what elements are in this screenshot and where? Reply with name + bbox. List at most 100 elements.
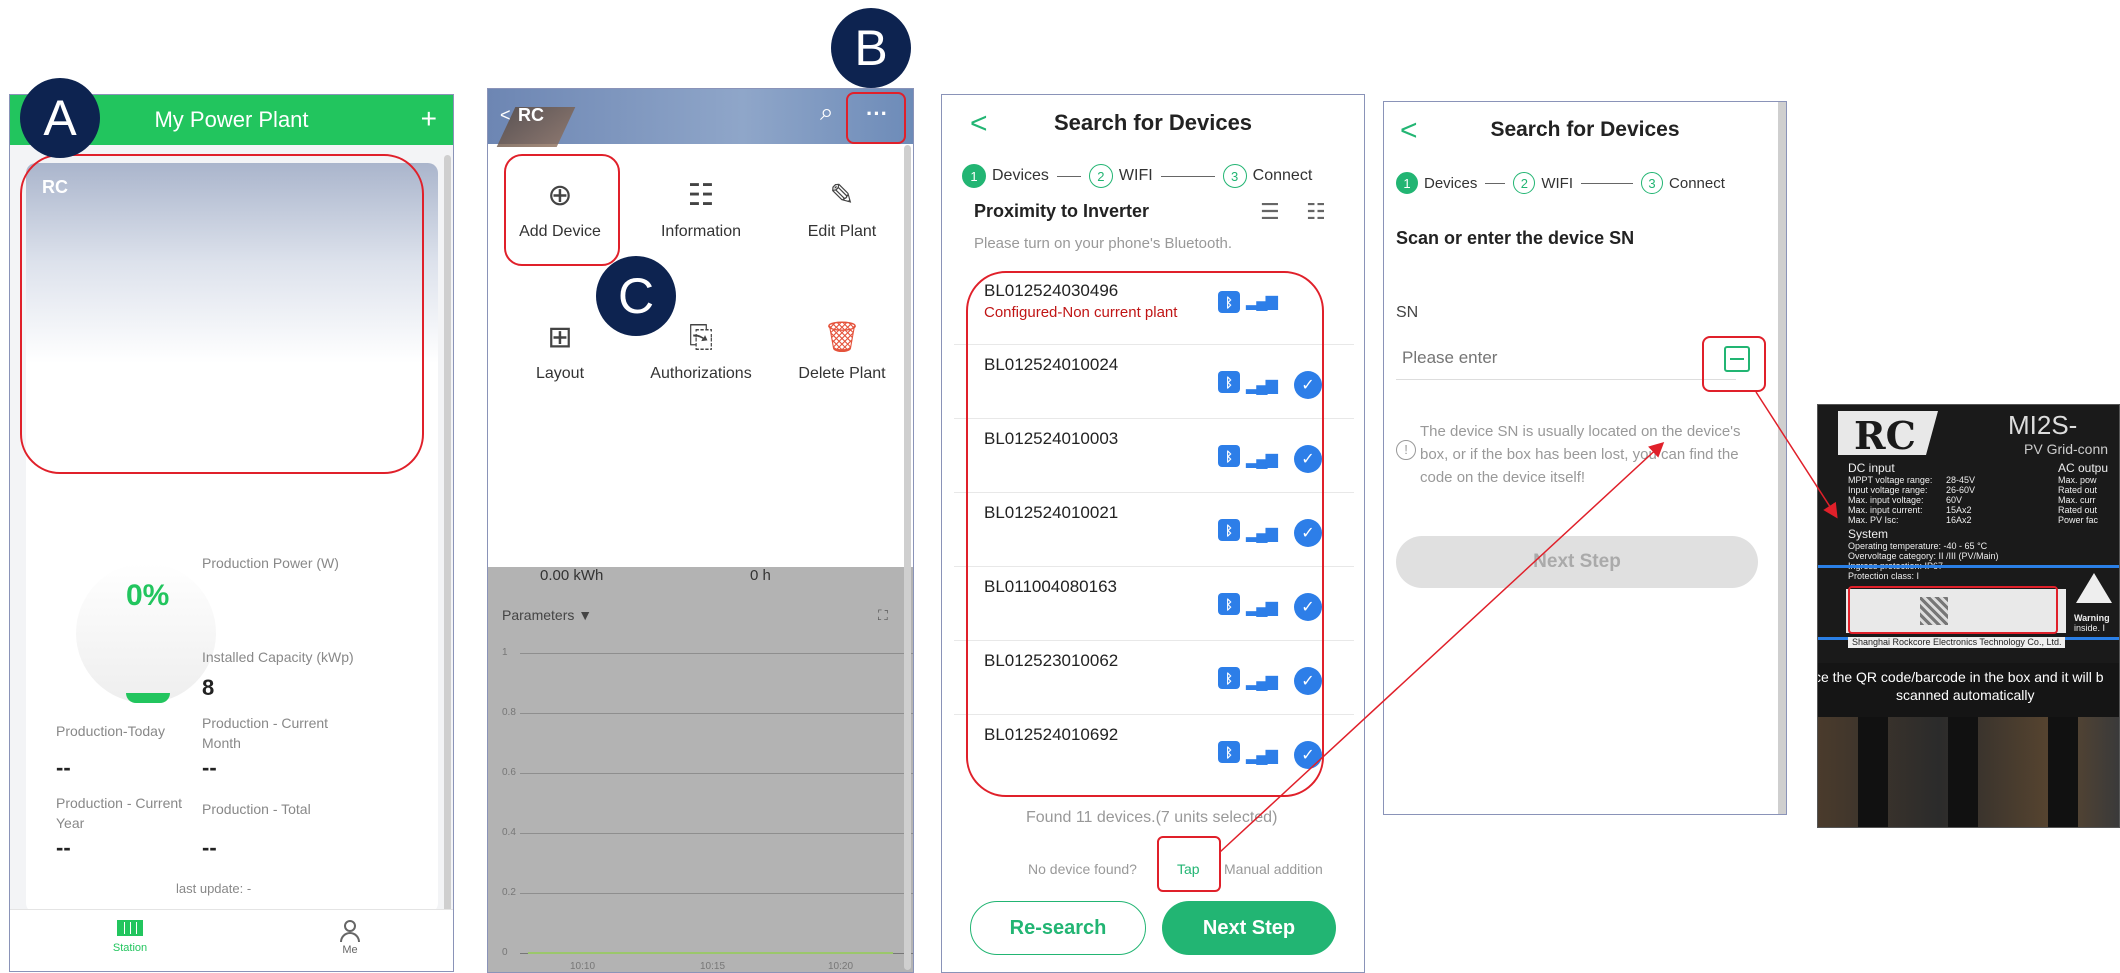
scan-hint-line-2: scanned automatically — [1896, 687, 2035, 703]
next-step-button[interactable]: Next Step — [1162, 901, 1336, 955]
plant-banner[interactable] — [26, 163, 438, 363]
checkbox-checked-icon[interactable]: ✓ — [1294, 593, 1322, 621]
marker-a: A — [20, 78, 100, 158]
subtitle-text: PV Grid-conn — [2024, 441, 2109, 457]
back-button[interactable]: < — [1400, 114, 1418, 148]
page-title: Search for Devices — [1490, 118, 1680, 141]
delete-plant-button[interactable]: 🗑 Delete Plant — [772, 317, 912, 383]
edit-icon: ✎ — [829, 179, 855, 212]
y-tick: 0.2 — [502, 887, 516, 898]
manual-addition-text: Manual addition — [1224, 861, 1323, 877]
add-plant-button[interactable]: + — [421, 103, 437, 135]
bluetooth-icon: ᛒ — [1218, 291, 1240, 313]
spec-label: Power fac — [2058, 515, 2099, 525]
step-number: 2 — [1513, 172, 1536, 194]
list-item[interactable]: BL012524030496 Configured-Non current pl… — [954, 271, 1354, 345]
qr-code-icon — [1920, 597, 1948, 625]
warning-icon — [2076, 573, 2112, 603]
manufacturer-text: Shanghai Rockcore Electronics Technology… — [1848, 637, 2066, 648]
no-device-text: No device found? — [1028, 861, 1137, 877]
step-number: 3 — [1641, 172, 1664, 194]
list-item[interactable]: BL012524010692 ᛒ ▂▄▆ ✓ — [954, 715, 1354, 789]
step-label: WIFI — [1541, 174, 1574, 192]
device-sn: BL012523010062 — [984, 651, 1119, 670]
checkbox-checked-icon[interactable]: ✓ — [1294, 667, 1322, 695]
add-device-button[interactable]: ⊕ Add Device — [490, 175, 630, 241]
list-item[interactable]: BL011004080163 ᛒ ▂▄▆ ✓ — [954, 567, 1354, 641]
marker-c: C — [596, 256, 676, 336]
checkbox-checked-icon[interactable]: ✓ — [1294, 371, 1322, 399]
header-bar: Search for Devices — [942, 95, 1364, 151]
y-tick: 1 — [502, 647, 508, 658]
spec-label: Max. PV Isc: — [1848, 515, 1899, 525]
last-update: last update: - — [176, 881, 252, 896]
parameters-dropdown[interactable]: Parameters ▼ — [502, 607, 592, 623]
tab-me[interactable]: Me — [310, 920, 390, 956]
brand-logo: RC — [1838, 411, 1938, 455]
production-power-label: Production Power (W) — [202, 555, 339, 571]
solar-panel-icon — [117, 920, 143, 936]
menu-label: Edit Plant — [807, 223, 877, 240]
signal-icon: ▂▄▆ — [1246, 293, 1278, 310]
next-step-button[interactable]: Next Step — [1396, 536, 1758, 588]
plant-name: RC — [42, 177, 68, 197]
bottom-tab-bar: Station Me — [10, 909, 453, 971]
production-percent: 0% — [126, 579, 170, 612]
plant-menu-screen: < RC ⌕ ··· ⊕ Add Device ☷ Information ✎ … — [487, 88, 914, 973]
signal-icon: ▂▄▆ — [1246, 673, 1278, 690]
tap-link[interactable]: Tap — [1177, 861, 1200, 877]
page-title: Search for Devices — [1053, 110, 1253, 135]
sn-hint: The device SN is usually located on the … — [1420, 423, 1741, 486]
list-item[interactable]: BL012524010003 ᛒ ▂▄▆ ✓ — [954, 419, 1354, 493]
edit-plant-button[interactable]: ✎ Edit Plant — [772, 175, 912, 241]
step-label: Devices — [992, 167, 1049, 184]
list-item[interactable]: BL012523010062 ᛒ ▂▄▆ ✓ — [954, 641, 1354, 715]
search-devices-screen: Search for Devices < 1 Devices 2 WIFI 3 … — [941, 94, 1365, 973]
scrollbar[interactable] — [444, 155, 451, 945]
installed-capacity-value: 8 — [202, 675, 215, 700]
signal-icon: ▂▄▆ — [1246, 377, 1278, 394]
device-nameplate-photo: RC MI2S- PV Grid-conn DC input MPPT volt… — [1817, 404, 2120, 828]
current-year-label: Production - Current Year — [56, 795, 183, 831]
current-month-value: -- — [202, 755, 217, 780]
checkbox-checked-icon[interactable]: ✓ — [1294, 445, 1322, 473]
select-all-icon[interactable]: ☰ — [1260, 199, 1280, 225]
information-button[interactable]: ☷ Information — [631, 175, 771, 241]
list-item[interactable]: BL012524010024 ᛒ ▂▄▆ ✓ — [954, 345, 1354, 419]
list-item[interactable]: BL012524010021 ᛒ ▂▄▆ ✓ — [954, 493, 1354, 567]
y-tick: 0.4 — [502, 827, 516, 838]
header-bar: Search for Devices — [1384, 102, 1786, 158]
back-button[interactable]: < — [970, 107, 988, 141]
step-label: Connect — [1669, 174, 1725, 192]
scan-hint-line-1: ce the QR code/barcode in the box and it… — [1817, 669, 2104, 685]
menu-label: Delete Plant — [798, 365, 886, 382]
scrollbar[interactable] — [904, 145, 911, 970]
gridline — [520, 893, 913, 894]
step-number: 1 — [1396, 172, 1418, 194]
gridline — [520, 713, 913, 714]
scan-icon[interactable] — [1724, 346, 1750, 372]
plant-card[interactable]: RC 0% Production Power (W) Installed Cap… — [26, 163, 438, 913]
scrollbar[interactable] — [1778, 102, 1786, 814]
checkbox-checked-icon[interactable]: ✓ — [1294, 519, 1322, 547]
device-sn: BL012524030496 — [984, 281, 1119, 300]
gridline — [520, 833, 913, 834]
energy-value: 0.00 kWh — [540, 567, 604, 584]
sn-input[interactable] — [1396, 336, 1736, 380]
bluetooth-icon: ᛒ — [1218, 445, 1240, 467]
system-spec: Protection class: I — [1848, 571, 1920, 581]
add-circle-icon: ⊕ — [547, 179, 573, 212]
expand-icon[interactable]: ⛶ — [878, 607, 888, 624]
x-tick: 10:10 — [570, 961, 596, 972]
deselect-all-icon[interactable]: ☷ — [1306, 199, 1326, 225]
tab-label: Me — [342, 944, 358, 956]
checkbox-checked-icon[interactable]: ✓ — [1294, 741, 1322, 769]
back-button[interactable]: < — [500, 105, 511, 126]
more-options-button[interactable]: ··· — [866, 101, 888, 127]
current-month-label: Production - Current Month — [202, 715, 329, 751]
tab-station[interactable]: Station — [90, 920, 170, 954]
search-icon[interactable]: ⌕ — [820, 99, 833, 127]
layout-button[interactable]: ⊞ Layout — [490, 317, 630, 383]
qr-label-area — [1846, 589, 2066, 633]
research-button[interactable]: Re-search — [970, 901, 1146, 955]
